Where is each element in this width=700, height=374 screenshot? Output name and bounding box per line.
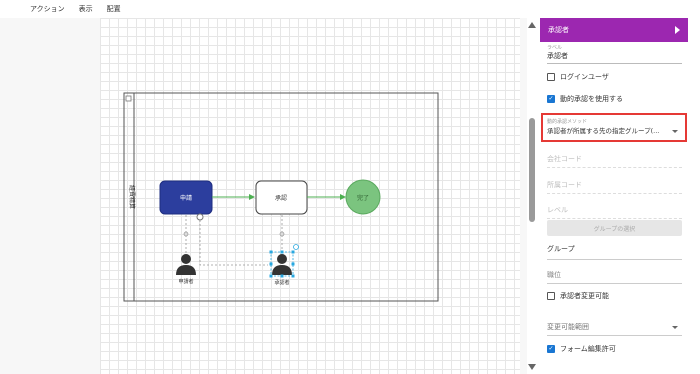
label-caption: ラベル — [547, 45, 563, 51]
edge-applicant-approver[interactable] — [199, 220, 268, 266]
node-done-label: 完了 — [357, 194, 369, 202]
edge-approver-handle[interactable] — [279, 231, 285, 237]
login-user-label: ログインユーザ — [560, 73, 609, 81]
level-input[interactable]: レベル — [547, 205, 682, 219]
level-field[interactable]: レベル — [547, 205, 682, 219]
diagram-canvas[interactable]: 経費精算 申請 承認 完了 申請者 承認者 — [0, 18, 527, 374]
company-code-input[interactable]: 会社コード — [547, 154, 682, 168]
group-select-button[interactable]: グループの選択 — [547, 220, 682, 236]
node-approve-label: 承認 — [275, 194, 287, 202]
panel-header[interactable]: 承認者 — [540, 18, 688, 42]
panel-title: 承認者 — [548, 26, 569, 34]
rotate-handle-icon[interactable] — [293, 244, 299, 250]
edge-applicant-handle[interactable] — [183, 231, 189, 237]
actor-applicant-icon[interactable] — [176, 254, 196, 275]
menu-view[interactable]: 表示 — [79, 4, 93, 14]
approver-changeable-check[interactable]: 承認者変更可能 — [547, 291, 609, 301]
form-edit-label: フォーム編集許可 — [560, 345, 616, 353]
workflow-diagram: 経費精算 申請 承認 完了 申請者 承認者 — [123, 92, 439, 302]
properties-panel: 承認者 ラベル 承認者 ログインユーザ ✓ 動的承認を使用する 動的承認メソッド… — [540, 18, 688, 374]
label-input[interactable]: 承認者 — [547, 51, 682, 64]
menu-arrange[interactable]: 配置 — [107, 4, 121, 14]
pool-collapse-icon[interactable] — [125, 95, 132, 102]
checkbox-icon[interactable] — [547, 292, 555, 300]
scroll-up-icon[interactable] — [528, 22, 536, 28]
change-range-input[interactable]: 変更可能範囲 — [547, 322, 682, 336]
pool-label: 経費精算 — [128, 185, 136, 209]
change-range-select[interactable]: 変更可能範囲 — [547, 322, 682, 336]
scroll-thumb[interactable] — [529, 118, 535, 222]
node-apply-label: 申請 — [180, 194, 192, 202]
company-code-field[interactable]: 会社コード — [547, 154, 682, 168]
label-field[interactable]: ラベル 承認者 — [547, 44, 682, 64]
method-highlight-box — [541, 113, 687, 142]
menu-bar: アクション 表示 配置 — [0, 0, 700, 18]
checkbox-icon[interactable] — [547, 73, 555, 81]
actor-approver-icon[interactable] — [272, 254, 292, 275]
dynamic-approver-check[interactable]: ✓ 動的承認を使用する — [547, 94, 623, 104]
checkbox-checked-icon[interactable]: ✓ — [547, 95, 555, 103]
group-input[interactable]: グループ — [547, 244, 682, 260]
apply-port[interactable] — [196, 213, 204, 221]
dropdown-arrow-icon[interactable] — [672, 326, 678, 329]
canvas-scrollbar[interactable] — [527, 18, 537, 374]
position-input[interactable]: 職位 — [547, 270, 682, 284]
dept-code-input[interactable]: 所属コード — [547, 180, 682, 194]
position-field[interactable]: 職位 — [547, 270, 682, 284]
checkbox-checked-icon[interactable]: ✓ — [547, 345, 555, 353]
actor-applicant-label: 申請者 — [178, 278, 193, 285]
menu-action[interactable]: アクション — [30, 4, 65, 14]
actor-approver-label: 承認者 — [274, 279, 289, 286]
dynamic-approver-label: 動的承認を使用する — [560, 95, 623, 103]
group-field[interactable]: グループ — [547, 244, 682, 260]
chevron-right-icon[interactable] — [675, 26, 680, 34]
login-user-check[interactable]: ログインユーザ — [547, 72, 609, 82]
dept-code-field[interactable]: 所属コード — [547, 180, 682, 194]
form-edit-check[interactable]: ✓ フォーム編集許可 — [547, 344, 616, 354]
scroll-down-icon[interactable] — [528, 364, 536, 370]
approver-changeable-label: 承認者変更可能 — [560, 292, 609, 300]
